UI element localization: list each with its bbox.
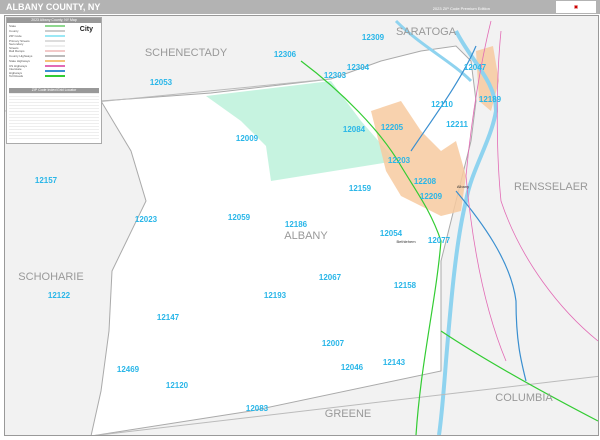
zip-label: 12009 [236, 134, 259, 143]
county-label: COLUMBIA [495, 392, 553, 404]
zip-label: 12189 [479, 95, 502, 104]
header-bar: ALBANY COUNTY, NY 2023 ZIP Code Premium … [0, 0, 600, 14]
zip-label: 12203 [388, 156, 411, 165]
legend-city-symbol: City [79, 26, 93, 33]
index-title: ZIP Code Index/Grid Locator [9, 88, 99, 93]
legend-label: Rail Ramps [9, 48, 25, 53]
zip-label: 12159 [349, 184, 372, 193]
county-label: SARATOGA [396, 26, 457, 38]
legend-swatch [45, 44, 65, 47]
county-label: SCHOHARIE [18, 271, 83, 283]
zip-label: 12023 [135, 215, 158, 224]
city-label: Bethlehem [396, 239, 416, 244]
zip-label: 12309 [362, 33, 385, 42]
zip-label: 12047 [464, 63, 487, 72]
zip-label: 12110 [431, 100, 453, 109]
zip-label: 12059 [228, 213, 251, 222]
zip-label: 12053 [150, 78, 173, 87]
legend-label: Toll Roads [9, 73, 24, 78]
legend-label: County Highways [9, 53, 33, 58]
legend-label: ZIP Code [9, 33, 22, 38]
zip-label: 12122 [48, 291, 71, 300]
zip-label: 12186 [285, 220, 308, 229]
legend-label: State [9, 23, 17, 28]
legend-swatch [45, 54, 65, 57]
zip-label: 12143 [383, 358, 406, 367]
zip-label: 12083 [246, 404, 269, 413]
zip-label: 12046 [341, 363, 364, 372]
map-legend: 2023 Albany County, NY Map City State Cou… [6, 17, 102, 144]
legend-swatch [45, 74, 65, 77]
zip-label: 12077 [428, 236, 451, 245]
zip-label: 12084 [343, 125, 366, 134]
zip-label: 12303 [324, 71, 347, 80]
zip-label: 12306 [274, 50, 297, 59]
county-label: GREENE [325, 408, 371, 420]
zip-label: 12157 [35, 176, 58, 185]
zip-index-table: ZIP Code Index/Grid Locator [9, 88, 99, 140]
legend-swatch [45, 59, 65, 62]
legend-label: State Highways [9, 58, 30, 63]
legend-swatch [45, 24, 65, 27]
zip-label: 12120 [166, 381, 189, 390]
zip-label: 12054 [380, 229, 403, 238]
zip-label: 12205 [381, 123, 404, 132]
zip-label: 12304 [347, 63, 370, 72]
legend-swatch [45, 39, 65, 42]
zip-label: 12211 [446, 120, 468, 129]
map-title: ALBANY COUNTY, NY [6, 2, 101, 12]
edition-label: 2023 ZIP Code Premium Edition [432, 6, 490, 11]
county-label: ALBANY [284, 230, 328, 242]
zip-label: 12067 [319, 273, 342, 282]
legend-label: County [9, 28, 19, 33]
legend-swatch [45, 29, 65, 32]
zip-label: 12147 [157, 313, 180, 322]
legend-item: Toll Roads [7, 73, 101, 78]
city-label: Albany [457, 184, 469, 189]
legend-swatch [45, 69, 65, 72]
zip-label: 12208 [414, 177, 437, 186]
county-label: SCHENECTADY [145, 47, 228, 59]
county-label: RENSSELAER [514, 181, 588, 193]
zip-label: 12007 [322, 339, 345, 348]
zip-label: 12469 [117, 365, 140, 374]
legend-swatch [45, 64, 65, 67]
zip-label: 12209 [420, 192, 443, 201]
zip-label: 12193 [264, 291, 287, 300]
zip-label: 12158 [394, 281, 417, 290]
publisher-logo: ▣ [556, 1, 596, 13]
legend-swatch [45, 49, 65, 52]
legend-swatch [45, 34, 65, 37]
